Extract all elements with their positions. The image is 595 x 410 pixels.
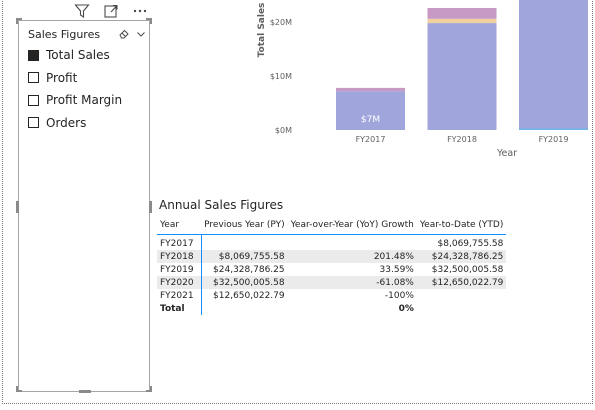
y-tick-label: $20M <box>270 18 292 27</box>
table-cell: FY2019 <box>157 263 202 276</box>
table-cell: FY2020 <box>157 276 202 289</box>
table-cell: Total <box>157 302 202 315</box>
table-cell: $24,328,786.25 <box>416 250 507 263</box>
sales-figures-slicer[interactable]: Sales Figures Total Sales Profit Profit Ma… <box>18 20 150 392</box>
table-row[interactable]: FY2018 $8,069,755.58 201.48% $24,328,786.25 <box>157 250 507 263</box>
table-cell: FY2018 <box>157 250 202 263</box>
slicer-checkbox[interactable] <box>28 117 39 129</box>
table-header-row: Year Previous Year (PY) Year-over-Year (Yo… <box>157 215 507 235</box>
table-cell: $12,650,022.79 <box>213 290 285 301</box>
table-cell <box>417 289 507 302</box>
y-axis-title: Total Sales <box>257 3 267 58</box>
table-cell: $32,500,005.58 <box>201 276 288 289</box>
bar-segment[interactable] <box>427 7 497 19</box>
column-header[interactable]: Previous Year (PY) <box>201 215 288 235</box>
bar-baseline-segment <box>519 128 588 130</box>
table-cell <box>288 235 417 251</box>
slicer-item-label: Total Sales <box>46 48 110 63</box>
filter-icon[interactable] <box>74 3 90 19</box>
x-tick-label: FY2019 <box>539 135 569 144</box>
table-cell: -100% <box>384 290 414 301</box>
slicer-item[interactable]: Profit Margin <box>28 89 122 112</box>
table-row[interactable]: FY2020 $32,500,005.58 -61.08% $12,650,022.7… <box>157 276 507 289</box>
table-cell: -61.08% <box>287 276 417 289</box>
table-cell: $8,069,755.58 <box>201 250 288 263</box>
slicer-checkbox[interactable] <box>28 94 39 106</box>
y-tick-label: $0M <box>275 126 292 135</box>
annual-sales-table[interactable]: Year Previous Year (PY) Year-over-Year (Yo… <box>157 215 507 315</box>
slicer-item-label: Profit Margin <box>46 93 123 108</box>
resize-handle-left[interactable] <box>16 201 19 213</box>
resize-handle-top-right[interactable] <box>150 18 152 24</box>
table-title: Annual Sales Figures <box>159 198 284 212</box>
table-cell: $24,328,786.25 <box>213 264 285 275</box>
visual-header-toolbar <box>74 3 148 19</box>
x-tick-label: FY2018 <box>447 135 477 144</box>
focus-mode-icon[interactable] <box>103 3 119 19</box>
resize-handle-bottom-right[interactable] <box>150 386 152 392</box>
table-cell: 0% <box>398 303 414 314</box>
resize-handle-top-left[interactable] <box>16 18 18 24</box>
slicer-item-label: Profit <box>46 70 78 85</box>
column-header[interactable]: Year-over-Year (YoY) Growth <box>288 215 417 235</box>
slicer-item-label: Orders <box>46 115 87 130</box>
resize-handle-bottom[interactable] <box>79 390 91 393</box>
total-sales-by-year-chart[interactable]: $0M $10M $20M $7M FY2017 FY2018 FY2019 Total… <box>250 0 595 165</box>
eraser-icon[interactable] <box>118 28 130 40</box>
x-tick-label: FY2017 <box>356 135 386 144</box>
table-row[interactable]: FY2019 $24,328,786.25 33.59% $32,500,005.58 <box>157 263 506 276</box>
table-cell: $12,650,022.79 <box>416 276 507 289</box>
chevron-down-icon[interactable] <box>136 29 146 39</box>
slicer-item[interactable]: Profit <box>28 67 122 90</box>
table-cell: 33.59% <box>379 264 414 275</box>
x-axis-title: Year <box>496 148 517 159</box>
slicer-item[interactable]: Total Sales <box>28 44 122 67</box>
table-cell <box>201 235 288 251</box>
table-row[interactable]: FY2021 $12,650,022.79 -100% <box>157 289 506 302</box>
column-header[interactable]: Year <box>157 215 201 235</box>
bar-segment[interactable] <box>336 87 405 92</box>
table-cell: FY2021 <box>157 289 202 302</box>
resize-handle-right[interactable] <box>149 201 152 213</box>
resize-handle-bottom-left[interactable] <box>16 386 18 392</box>
more-options-icon[interactable] <box>132 3 148 19</box>
slicer-title: Sales Figures <box>28 27 101 41</box>
bar-segment[interactable] <box>427 23 497 130</box>
table-cell: 201.48% <box>287 250 417 263</box>
slicer-checkbox[interactable] <box>28 72 39 84</box>
slicer-checkbox[interactable] <box>28 49 39 61</box>
chart-svg: $0M $10M $20M $7M FY2017 FY2018 FY2019 Total… <box>257 0 588 159</box>
column-header[interactable]: Year-to-Date (YTD) <box>417 215 507 235</box>
y-tick-label: $10M <box>270 72 292 81</box>
table-row[interactable]: FY2017 $8,069,755.58 <box>157 234 506 251</box>
bar-segment[interactable] <box>519 0 588 130</box>
table-cell: $32,500,005.58 <box>431 264 504 275</box>
data-label: $7M <box>361 115 380 125</box>
table-cell: FY2017 <box>157 234 202 250</box>
table-cell <box>201 302 288 315</box>
slicer-header: Sales Figures <box>28 27 146 41</box>
table-cell <box>417 302 507 315</box>
table-cell: $8,069,755.58 <box>437 239 504 249</box>
bar-segment[interactable] <box>427 18 497 24</box>
slicer-item-list: Total Sales Profit Profit Margin Orders <box>28 44 122 134</box>
slicer-item[interactable]: Orders <box>28 112 122 135</box>
table-total-row[interactable]: Total 0% <box>157 302 506 315</box>
